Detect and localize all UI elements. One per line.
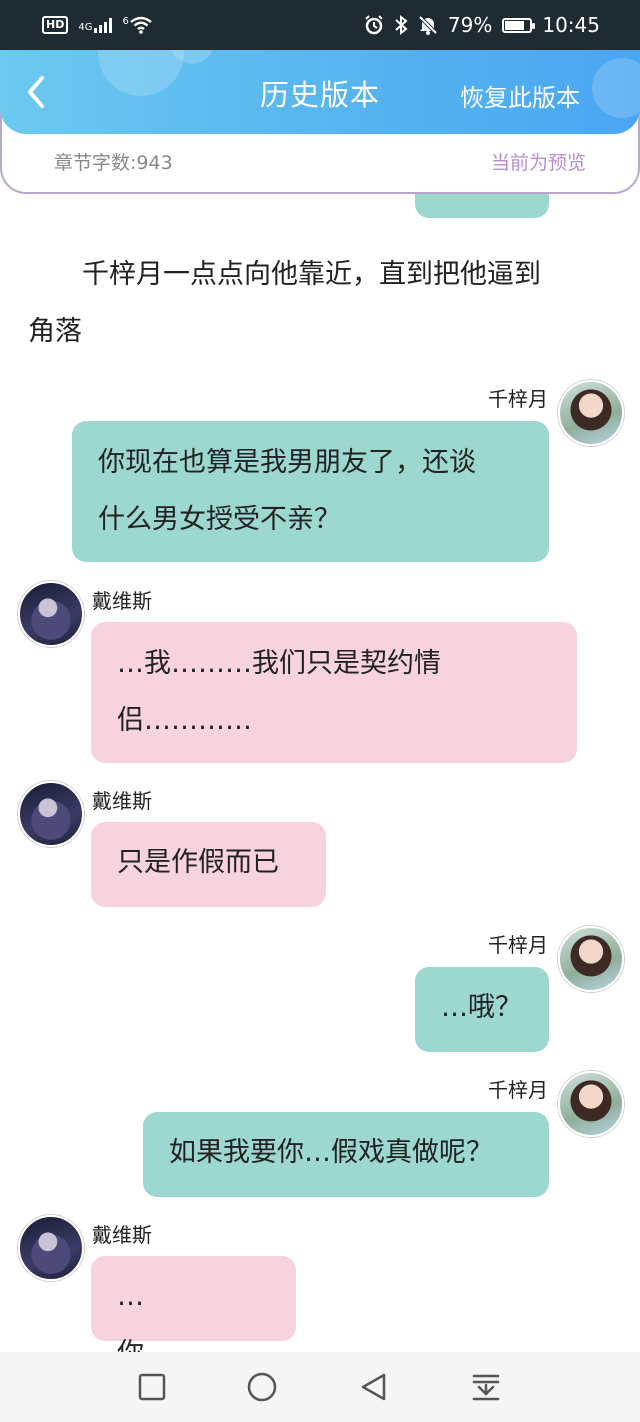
- status-right: 79% 10:45: [364, 13, 600, 37]
- speaker-name: 戴维斯: [92, 589, 152, 613]
- avatar[interactable]: [18, 581, 84, 647]
- message-bubble: …你……………: [91, 1256, 296, 1369]
- status-bar: HD 4G 6 79% 10:45: [0, 0, 640, 50]
- message-line: 什么男女授受不亲？: [98, 504, 341, 535]
- wifi-icon: 6: [122, 16, 152, 34]
- status-left: HD 4G 6: [42, 16, 153, 34]
- message-line: 你现在也算是我男朋友了，还谈: [98, 447, 476, 478]
- message-bubble: 你现在也算是我男朋友了，还谈 什么男女授受不亲？: [72, 421, 549, 562]
- message-line: …哦？: [441, 992, 522, 1023]
- message-line: …我………我们只是契约情: [117, 648, 441, 679]
- notification-pulldown-icon[interactable]: [471, 1372, 501, 1402]
- mute-icon: [418, 15, 438, 35]
- avatar[interactable]: [18, 1215, 84, 1281]
- speaker-name: 千梓月: [488, 1078, 548, 1102]
- avatar[interactable]: [558, 380, 624, 446]
- message-bubble: …我………我们只是契约情 侣…………: [91, 622, 577, 763]
- message-line: 只是作假而已: [117, 847, 279, 878]
- message-bubble: …哦？: [415, 967, 549, 1052]
- clock: 10:45: [542, 13, 600, 37]
- hd-badge: HD: [42, 16, 69, 34]
- recent-apps-icon[interactable]: [137, 1372, 167, 1402]
- bluetooth-icon: [395, 15, 408, 35]
- app-header: 历史版本 恢复此版本: [0, 50, 640, 134]
- previous-bubble-tail: [415, 190, 549, 218]
- chapter-word-count: 章节字数:943: [54, 152, 173, 174]
- message-line: 如果我要你…假戏真做呢？: [169, 1137, 493, 1168]
- back-icon[interactable]: [359, 1372, 389, 1402]
- network-type: 4G: [78, 22, 93, 33]
- preview-status: 当前为预览: [490, 152, 586, 174]
- speaker-name: 戴维斯: [92, 789, 152, 813]
- battery-percent: 79%: [447, 13, 493, 37]
- alarm-icon: [365, 15, 383, 35]
- speaker-name: 千梓月: [488, 933, 548, 957]
- home-icon[interactable]: [247, 1372, 277, 1402]
- restore-version-button[interactable]: 恢复此版本: [460, 78, 580, 113]
- signal-icon: 4G: [78, 17, 113, 33]
- message-line: 侣…………: [117, 705, 252, 736]
- avatar[interactable]: [558, 1071, 624, 1137]
- speaker-name: 千梓月: [488, 387, 548, 411]
- battery-icon: [502, 17, 536, 33]
- narration-line: 千梓月一点点向他靠近，直到把他逼到: [82, 259, 541, 290]
- narration-line: 角落: [28, 316, 82, 347]
- system-nav-bar: [0, 1352, 640, 1422]
- message-bubble: 如果我要你…假戏真做呢？: [143, 1112, 549, 1197]
- speaker-name: 戴维斯: [92, 1223, 152, 1247]
- narration-paragraph: 千梓月一点点向他靠近，直到把他逼到 角落: [28, 246, 608, 360]
- message-bubble: 只是作假而已: [91, 822, 326, 907]
- avatar[interactable]: [18, 781, 84, 847]
- avatar[interactable]: [558, 926, 624, 992]
